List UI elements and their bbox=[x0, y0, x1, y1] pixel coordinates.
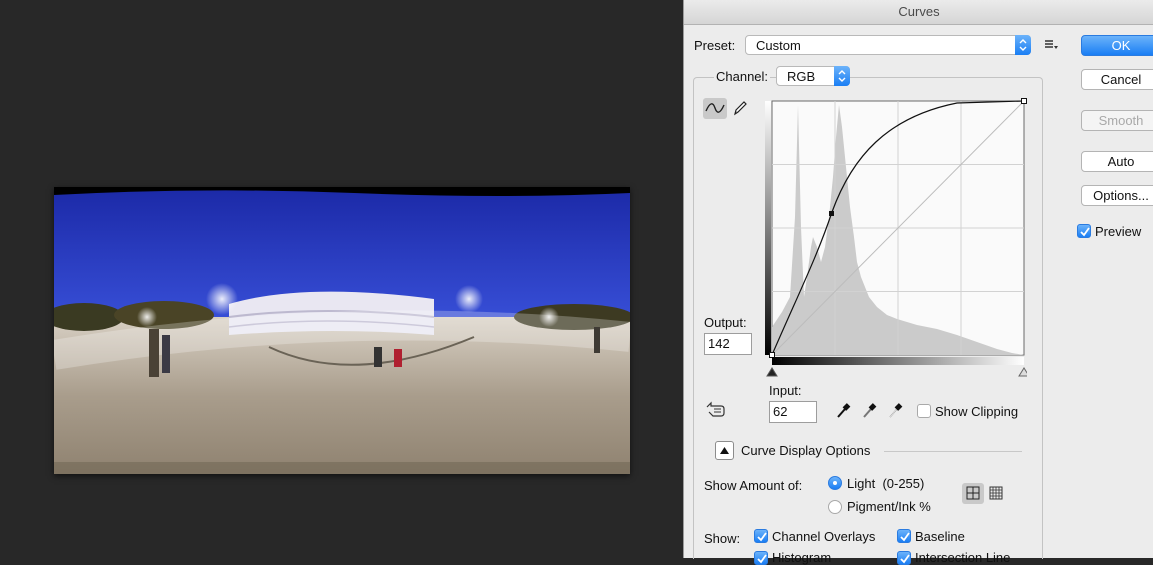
disclosure-triangle-icon[interactable] bbox=[715, 441, 734, 460]
input-gradient-bar bbox=[772, 357, 1024, 365]
curve-display-options-label: Curve Display Options bbox=[741, 443, 871, 458]
panorama-image bbox=[54, 187, 630, 474]
output-label: Output: bbox=[704, 315, 747, 330]
channel-label: Channel: bbox=[714, 69, 771, 84]
curves-graph[interactable] bbox=[757, 97, 1027, 383]
auto-button[interactable]: Auto bbox=[1081, 151, 1153, 172]
target-adjustment-hand-icon[interactable] bbox=[705, 401, 727, 424]
show-clipping-checkbox[interactable] bbox=[917, 404, 931, 418]
ok-button[interactable]: OK bbox=[1081, 35, 1153, 56]
document-canvas bbox=[0, 0, 683, 558]
light-option-label: Light (0-255) bbox=[847, 476, 925, 491]
smooth-button[interactable]: Smooth bbox=[1081, 110, 1153, 131]
dialog-title: Curves bbox=[684, 0, 1153, 25]
input-label: Input: bbox=[769, 383, 802, 398]
preset-options-icon[interactable] bbox=[1044, 38, 1058, 56]
show-label: Show: bbox=[704, 531, 741, 546]
black-point-eyedropper-icon[interactable] bbox=[835, 402, 851, 425]
output-field[interactable]: 142 bbox=[704, 333, 752, 355]
channel-select[interactable]: RGB bbox=[776, 66, 850, 86]
curve-point-black bbox=[769, 352, 775, 358]
detailed-grid-icon[interactable] bbox=[987, 483, 1007, 509]
intersection-line-checkbox[interactable] bbox=[897, 551, 911, 565]
gray-point-eyedropper-icon[interactable] bbox=[861, 402, 877, 425]
baseline-label: Baseline bbox=[915, 529, 965, 544]
output-gradient-bar bbox=[765, 101, 771, 355]
curve-point-tool-icon[interactable] bbox=[703, 98, 727, 119]
channel-overlays-label: Channel Overlays bbox=[772, 529, 876, 544]
pigment-radio[interactable] bbox=[828, 500, 842, 514]
channel-stepper-icon bbox=[834, 66, 850, 86]
preview-label: Preview bbox=[1095, 224, 1142, 239]
preset-value: Custom bbox=[756, 38, 801, 53]
curve-point-selected bbox=[829, 211, 834, 216]
cancel-button[interactable]: Cancel bbox=[1081, 69, 1153, 90]
preset-label: Preset: bbox=[694, 38, 736, 53]
preset-select[interactable]: Custom bbox=[745, 35, 1031, 55]
pencil-tool-icon[interactable] bbox=[732, 99, 748, 122]
input-field[interactable]: 62 bbox=[769, 401, 817, 423]
light-radio[interactable] bbox=[828, 476, 842, 490]
preset-stepper-icon bbox=[1015, 35, 1031, 55]
black-point-slider bbox=[766, 367, 778, 377]
white-point-eyedropper-icon[interactable] bbox=[887, 402, 903, 425]
show-amount-of-label: Show Amount of: bbox=[704, 478, 803, 493]
preview-checkbox[interactable] bbox=[1077, 224, 1091, 238]
channel-overlays-checkbox[interactable] bbox=[754, 529, 768, 543]
baseline-checkbox[interactable] bbox=[897, 529, 911, 543]
simple-grid-icon[interactable] bbox=[962, 483, 984, 504]
white-point-slider bbox=[1018, 367, 1027, 377]
curves-dialog: Curves Preset: Custom Channel: RGB Outpu… bbox=[683, 0, 1153, 565]
options-button[interactable]: Options... bbox=[1081, 185, 1153, 206]
histogram-checkbox[interactable] bbox=[754, 551, 768, 565]
section-divider bbox=[884, 451, 1022, 452]
curve-point-white bbox=[1021, 98, 1027, 104]
channel-value: RGB bbox=[787, 69, 816, 84]
pigment-option-label: Pigment/Ink % bbox=[847, 499, 931, 514]
show-clipping-label: Show Clipping bbox=[935, 404, 1019, 419]
